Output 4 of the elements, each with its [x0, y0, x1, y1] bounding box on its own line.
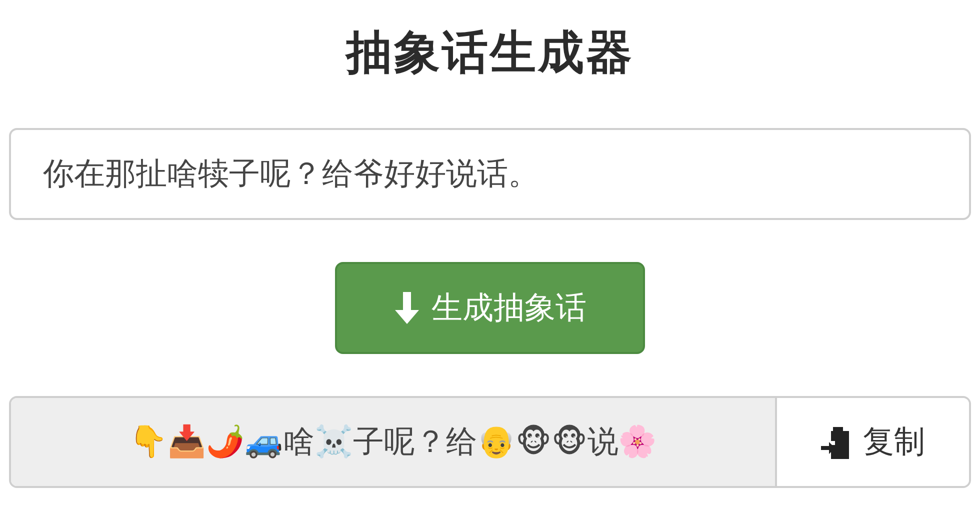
input-field[interactable]: 你在那扯啥犊子呢？给爷好好说话。	[9, 128, 971, 220]
arrow-down-icon	[394, 292, 420, 324]
output-field: 👇📥🌶🚙啥☠子呢？给👴🐵🐵说🌸	[11, 398, 777, 486]
page-title: 抽象话生成器	[346, 24, 634, 81]
